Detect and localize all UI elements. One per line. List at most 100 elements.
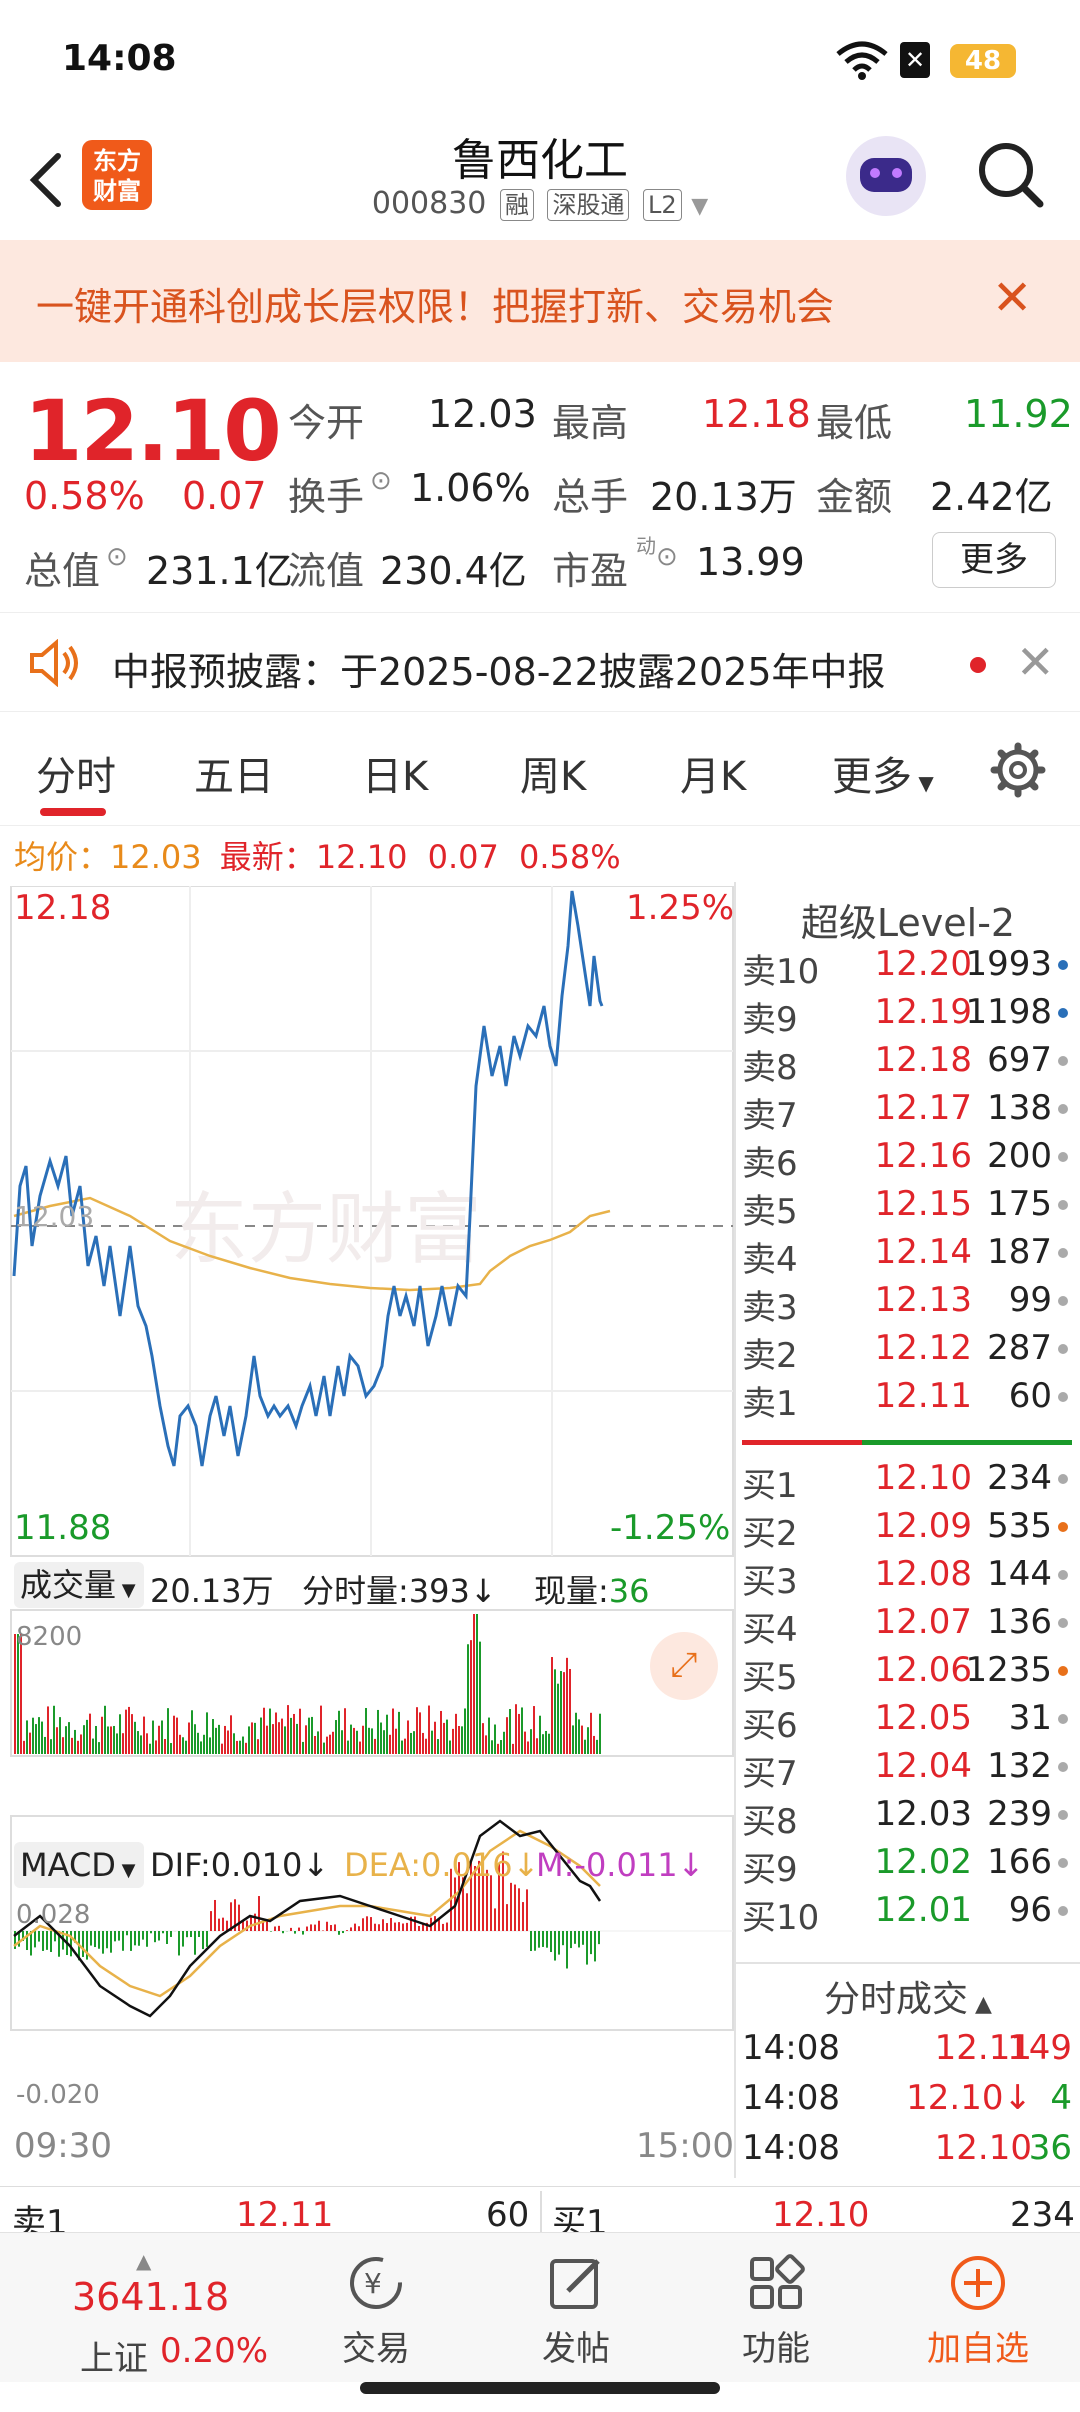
macd-dif: DIF:0.010↓	[150, 1846, 330, 1884]
index-ticker[interactable]: ▲ 3641.18 上证 0.20%	[10, 2249, 280, 2379]
macd-bar	[518, 1888, 520, 1931]
ask-row[interactable]: 卖8 12.18 697	[742, 1040, 1072, 1088]
macd-bar	[566, 1931, 568, 1969]
volume-bar	[593, 1735, 595, 1754]
ask-row[interactable]: 卖4 12.14 187	[742, 1232, 1072, 1280]
ask-row[interactable]: 卖5 12.15 175	[742, 1184, 1072, 1232]
bid-row[interactable]: 买1 12.10 234	[742, 1458, 1072, 1506]
stock-header: 东方 财富 鲁西化工 000830 融 深股通 L2 ▼	[0, 110, 1080, 240]
volume-indicator-selector[interactable]: 成交量 ▼	[14, 1562, 144, 1608]
ask-row[interactable]: 卖1 12.11 60	[742, 1376, 1072, 1424]
bid-row[interactable]: 买8 12.03 239	[742, 1794, 1072, 1842]
bid-label: 买6	[742, 1706, 798, 1746]
macd-bar	[218, 1918, 220, 1931]
tab-daily-k[interactable]: 日K	[362, 744, 428, 802]
volume-bar	[236, 1740, 238, 1754]
macd-bar	[198, 1931, 200, 1938]
volume-bar	[569, 1668, 571, 1754]
ask-row[interactable]: 卖7 12.17 138	[742, 1088, 1072, 1136]
macd-bar	[414, 1916, 416, 1931]
volume-bar	[50, 1739, 52, 1754]
edit-icon	[550, 2259, 600, 2309]
ask-dot	[1058, 1296, 1068, 1306]
ask-row[interactable]: 卖3 12.13 99	[742, 1280, 1072, 1328]
tab-intraday[interactable]: 分时	[36, 744, 116, 802]
volume-bar	[221, 1743, 223, 1754]
tab-weekly-k[interactable]: 周K	[520, 744, 586, 802]
bid-volume: 234	[987, 1458, 1052, 1498]
volume-bar	[176, 1717, 178, 1754]
tab-five-day[interactable]: 五日	[194, 744, 274, 802]
volume-bar	[482, 1723, 484, 1754]
macd-bar	[586, 1931, 588, 1965]
avg-label: 均价：	[14, 838, 111, 876]
low-value: 11.92	[964, 392, 1073, 436]
assistant-robot-icon[interactable]	[846, 136, 926, 216]
volume-bar	[185, 1740, 187, 1754]
notice-bar[interactable]: 中报预披露：于2025-08-22披露2025年中报 ✕	[0, 612, 1080, 712]
close-icon[interactable]: ✕	[1016, 635, 1055, 689]
chart-tabs: 分时 五日 日K 周K 月K 更多 ▼	[0, 716, 1080, 826]
volume-bar	[371, 1728, 373, 1754]
gear-icon[interactable]	[990, 742, 1046, 798]
expand-icon[interactable]: ⤢	[650, 1632, 718, 1700]
volume-bar	[350, 1724, 352, 1754]
bid-row[interactable]: 买4 12.07 136	[742, 1602, 1072, 1650]
bid-row[interactable]: 买2 12.09 535	[742, 1506, 1072, 1554]
ask-label: 卖8	[742, 1048, 798, 1088]
macd-bar	[210, 1911, 212, 1931]
price-high-label: 12.18	[14, 888, 112, 928]
close-icon[interactable]: ✕	[992, 270, 1032, 326]
macd-bar	[26, 1931, 28, 1951]
order-book-title[interactable]: 超级Level-2	[736, 892, 1080, 947]
macd-bar	[362, 1918, 364, 1931]
nav-trade[interactable]: ¥ 交易	[296, 2253, 456, 2370]
macd-bar	[134, 1931, 136, 1946]
info-icon[interactable]: ⊙	[370, 466, 392, 496]
tag-connect: 深股通	[547, 189, 630, 221]
bid-row[interactable]: 买9 12.02 166	[742, 1842, 1072, 1890]
trades-title[interactable]: 分时成交 ▲	[736, 1970, 1080, 2022]
bid-row[interactable]: 买7 12.04 132	[742, 1746, 1072, 1794]
macd-bar	[34, 1931, 36, 1948]
svg-text:¥: ¥	[364, 2267, 382, 2300]
macd-bar	[542, 1931, 544, 1947]
nav-function[interactable]: 功能	[696, 2253, 856, 2370]
amount-label: 金额	[816, 475, 893, 519]
ask-label: 卖9	[742, 1000, 798, 1040]
trade-time: 14:08	[742, 2028, 840, 2068]
volume-bar	[596, 1739, 598, 1754]
info-icon[interactable]: ⊙	[656, 542, 678, 572]
volume-bar	[320, 1705, 322, 1754]
time-end-label: 15:00	[636, 2126, 734, 2166]
macd-bar	[350, 1927, 352, 1931]
bid-row[interactable]: 买3 12.08 144	[742, 1554, 1072, 1602]
volume-bar	[266, 1725, 268, 1754]
more-button[interactable]: 更多	[932, 532, 1056, 588]
chevron-down-icon[interactable]: ▼	[691, 194, 708, 219]
tab-monthly-k[interactable]: 月K	[680, 744, 746, 802]
macd-bar	[182, 1931, 184, 1947]
macd-indicator-selector[interactable]: MACD ▼	[14, 1842, 144, 1888]
bid-row[interactable]: 买6 12.05 31	[742, 1698, 1072, 1746]
ask-row[interactable]: 卖2 12.12 287	[742, 1328, 1072, 1376]
ask-row[interactable]: 卖9 12.19 1198	[742, 992, 1072, 1040]
volume-bar	[395, 1728, 397, 1754]
bid-row[interactable]: 买10 12.01 96	[742, 1890, 1072, 1938]
status-time: 14:08	[62, 38, 177, 79]
nav-add-watchlist[interactable]: 加自选	[898, 2253, 1058, 2370]
ask-row[interactable]: 卖6 12.16 200	[742, 1136, 1072, 1184]
macd-bar	[598, 1931, 600, 1945]
tab-more[interactable]: 更多 ▼	[832, 744, 934, 802]
volume-bar	[572, 1725, 574, 1754]
ask-row[interactable]: 卖10 12.20 1993	[742, 944, 1072, 992]
bid-row[interactable]: 买5 12.06 1235	[742, 1650, 1072, 1698]
ask-volume: 200	[987, 1136, 1052, 1176]
search-icon[interactable]	[976, 140, 1046, 210]
info-icon[interactable]: ⊙	[106, 542, 128, 572]
bid-dot	[1058, 1570, 1068, 1580]
nav-post[interactable]: 发帖	[496, 2253, 656, 2370]
promo-banner[interactable]: 一键开通科创成长层权限！把握打新、交易机会 ✕	[0, 240, 1080, 362]
turnover-label: 换手	[288, 475, 365, 519]
ask-dot	[1058, 1056, 1068, 1066]
